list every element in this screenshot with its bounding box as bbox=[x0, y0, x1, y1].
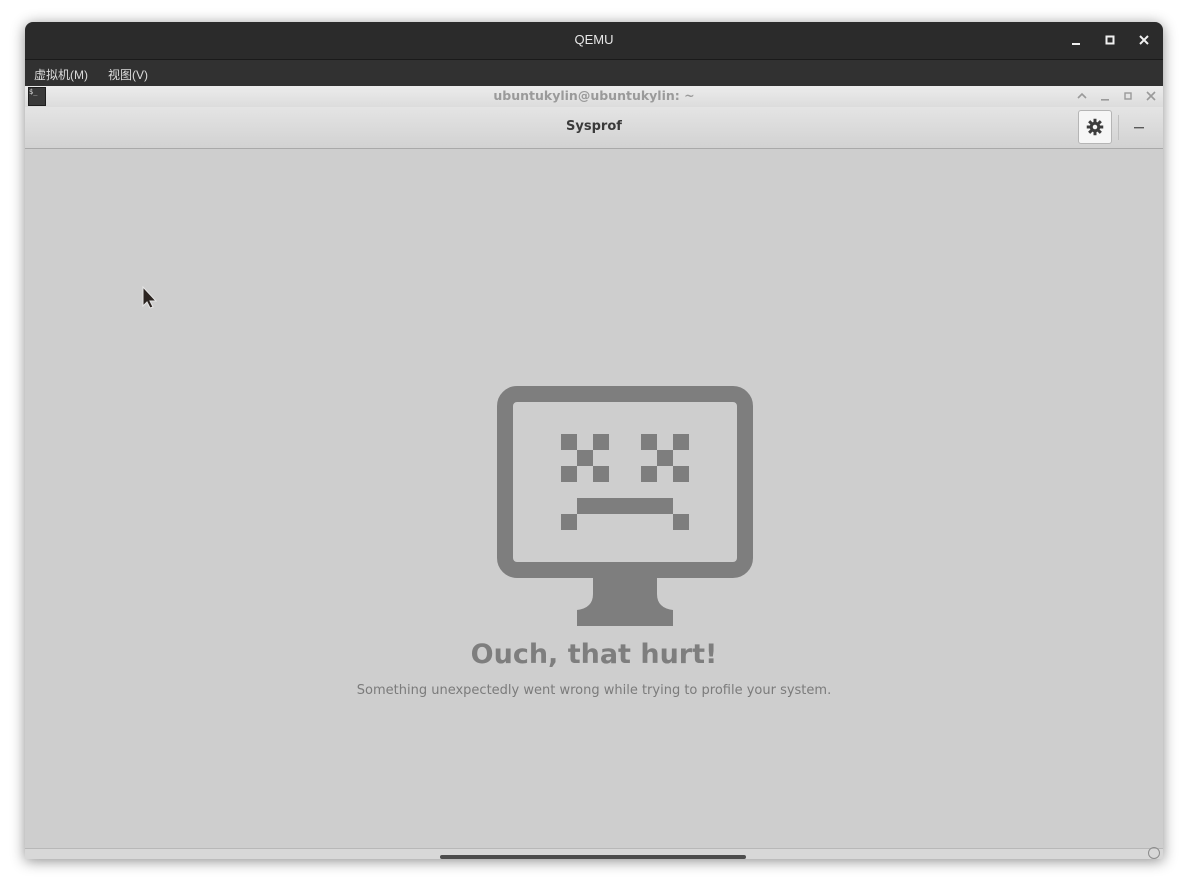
qemu-maximize-button[interactable] bbox=[1097, 27, 1123, 53]
sysprof-title: Sysprof bbox=[566, 119, 622, 134]
gear-icon bbox=[1086, 118, 1104, 136]
bottom-strip bbox=[25, 847, 1163, 859]
maximize-icon bbox=[1105, 35, 1115, 45]
guest-display[interactable]: $_ ubuntukylin@ubuntukylin: ~ Sysprof Ou… bbox=[25, 86, 1163, 859]
terminal-window-title: ubuntukylin@ubuntukylin: ~ bbox=[493, 88, 695, 103]
terminal-shade-button[interactable] bbox=[1075, 89, 1089, 103]
terminal-close-button[interactable] bbox=[1144, 89, 1158, 103]
qemu-window: QEMU 虚拟机(M) 视图(V) $_ ubuntukylin@ubuntuk… bbox=[25, 22, 1163, 859]
terminal-minimize-button[interactable] bbox=[1098, 89, 1112, 103]
sysprof-headerbar: Sysprof bbox=[25, 107, 1163, 149]
terminal-maximize-button[interactable] bbox=[1121, 89, 1135, 103]
failure-title: Ouch, that hurt! bbox=[470, 639, 718, 670]
menu-view[interactable]: 视图(V) bbox=[108, 66, 148, 83]
sysprof-minimize-button[interactable] bbox=[1127, 117, 1151, 137]
settings-button[interactable] bbox=[1078, 110, 1112, 144]
qemu-menubar: 虚拟机(M) 视图(V) bbox=[25, 60, 1163, 86]
minimize-icon bbox=[1134, 127, 1144, 129]
minimize-icon bbox=[1072, 43, 1080, 45]
qemu-window-title: QEMU bbox=[574, 32, 614, 47]
mouse-cursor-icon bbox=[142, 286, 158, 309]
scroll-indicator[interactable] bbox=[440, 855, 746, 859]
qemu-titlebar[interactable]: QEMU bbox=[25, 22, 1163, 60]
terminal-titlebar[interactable]: $_ ubuntukylin@ubuntukylin: ~ bbox=[25, 86, 1163, 108]
close-icon bbox=[1139, 35, 1149, 45]
qemu-minimize-button[interactable] bbox=[1063, 27, 1089, 53]
sad-monitor-icon bbox=[497, 386, 753, 626]
failure-message: Something unexpectedly went wrong while … bbox=[356, 683, 832, 698]
failure-view: Ouch, that hurt! Something unexpectedly … bbox=[25, 149, 1163, 848]
qemu-close-button[interactable] bbox=[1131, 27, 1157, 53]
menu-machine[interactable]: 虚拟机(M) bbox=[34, 66, 88, 83]
header-divider bbox=[1118, 115, 1119, 140]
resize-grip[interactable] bbox=[1148, 847, 1160, 859]
